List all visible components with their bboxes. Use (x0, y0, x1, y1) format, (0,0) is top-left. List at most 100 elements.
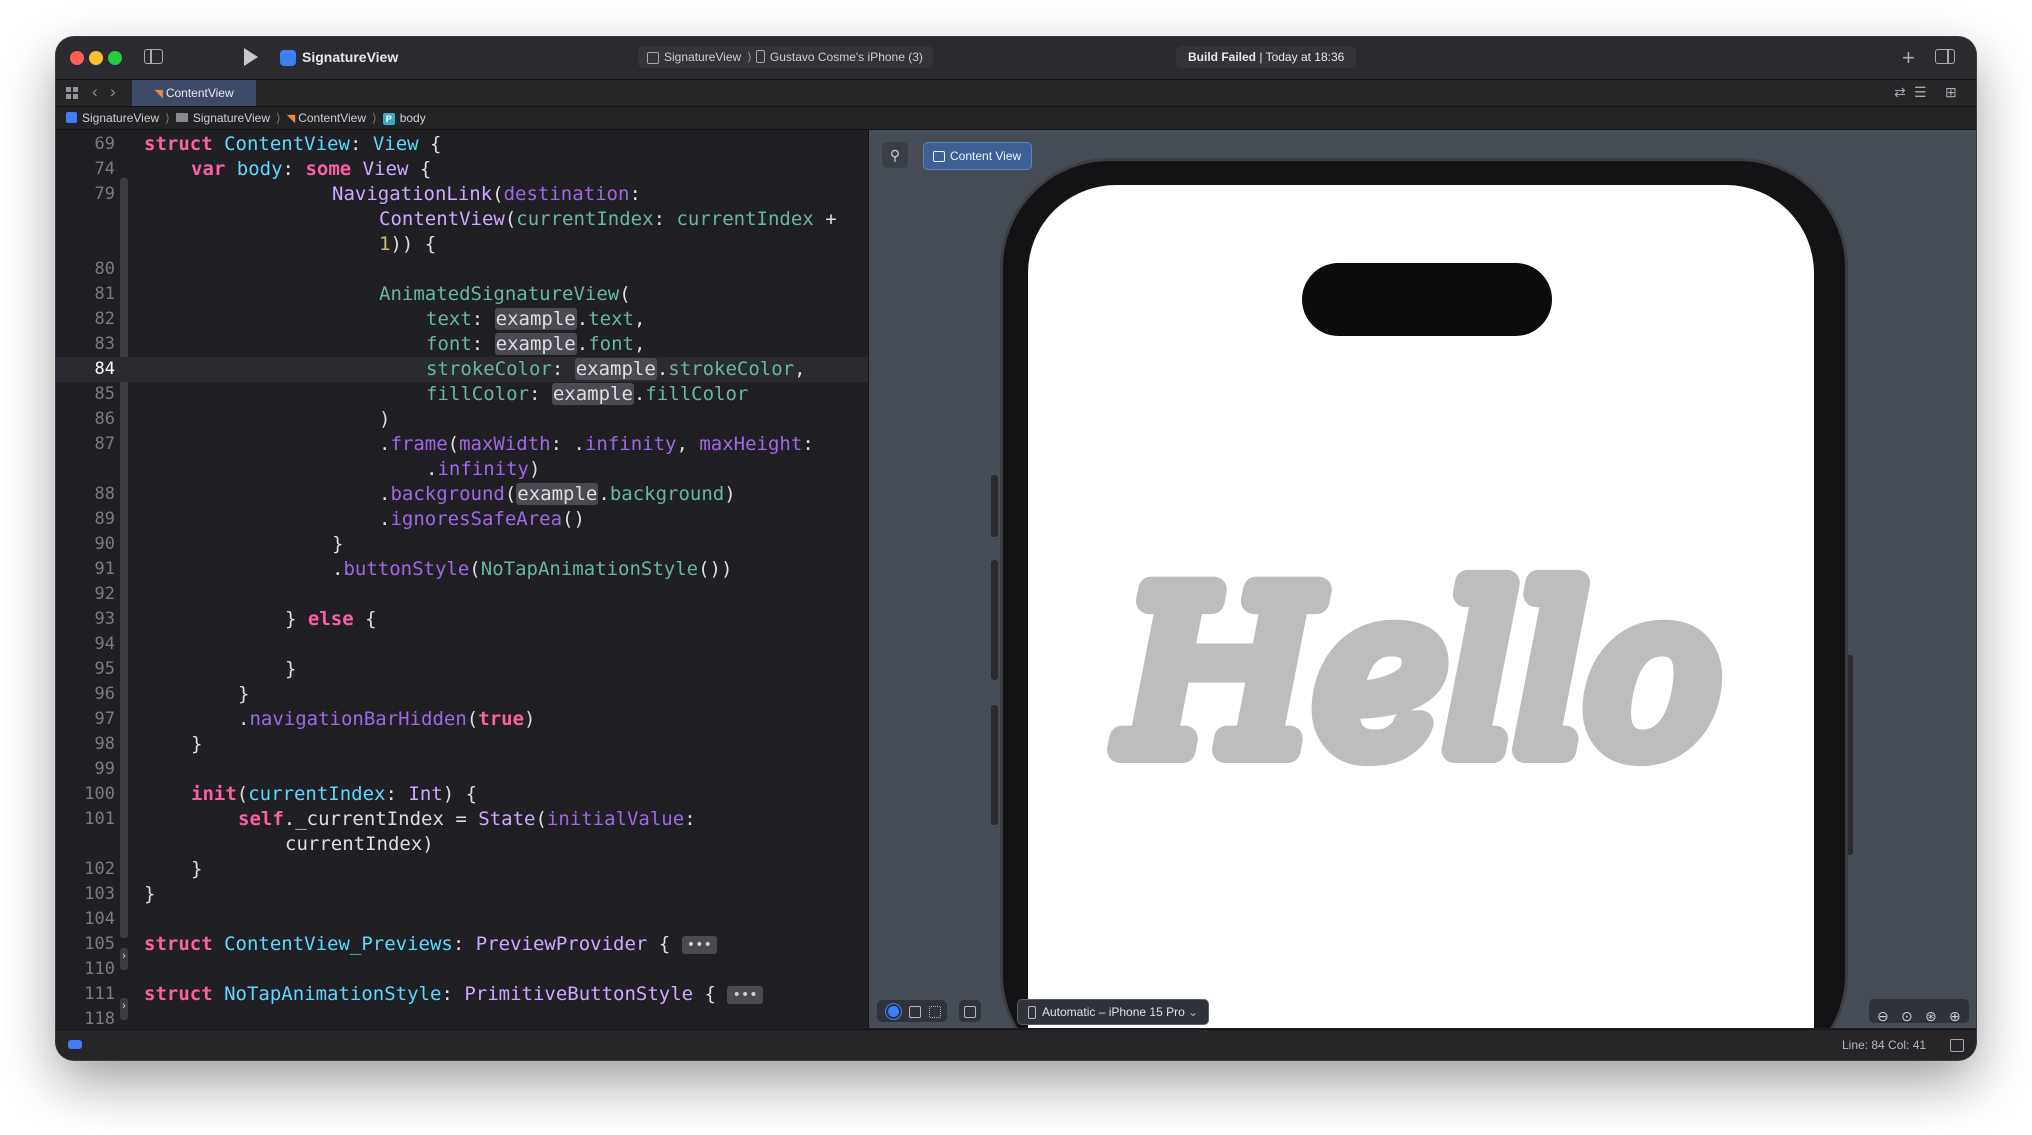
device-settings-icon (964, 1006, 976, 1018)
line-number-row: 81 (94, 284, 115, 304)
app-icon (280, 50, 296, 66)
line-number-row: 89 (94, 509, 115, 529)
device-selector[interactable]: Automatic – iPhone 15 Pro ⌄ (1017, 999, 1210, 1025)
line-number-row: 82 (94, 309, 115, 329)
line-number-row: 105 (84, 934, 115, 954)
add-icon[interactable]: + (1902, 47, 1915, 69)
line-number-row: 94 (94, 634, 115, 654)
swift-file-icon: ◥ (286, 113, 296, 125)
editor-options-icon[interactable]: ☰ (1914, 84, 1927, 101)
build-status[interactable]: Build Failed | Today at 18:36 (1176, 46, 1357, 68)
device-settings-button[interactable] (959, 1000, 981, 1022)
xcode-window: SignatureView SignatureView ⟩ Gustavo Cosm… (56, 37, 1976, 1060)
inspector-toggle-icon[interactable] (1935, 49, 1955, 64)
zoom-controls: ⊖ ⊙ ⊛ ⊕ (1869, 999, 1969, 1025)
code-line: .infinity) (426, 458, 541, 480)
swap-icon[interactable]: ⇄ (1894, 84, 1906, 101)
build-status-result: Build Failed (1188, 50, 1257, 64)
code-line: ContentView(currentIndex: currentIndex + (379, 208, 837, 230)
line-number-row: 83 (94, 334, 115, 354)
line-number-row: 86 (94, 409, 115, 429)
line-number-row: 95 (94, 659, 115, 679)
line-number-row: 99 (94, 759, 115, 779)
jump-bar-symbol[interactable]: body (400, 107, 426, 129)
preview-canvas[interactable]: ⚲ Content View Hello Automatic – iPhone … (868, 130, 1976, 1028)
project-icon (66, 112, 77, 123)
line-number-row: 101 (84, 809, 115, 829)
dynamic-island (1302, 263, 1552, 336)
phone-side-button (991, 560, 998, 680)
code-line: 69 struct ContentView: View { (94, 133, 442, 155)
status-bar: Line: 84 Col: 41 (56, 1029, 1976, 1060)
device-icon (755, 50, 765, 63)
code-line: currentIndex) (285, 833, 434, 855)
folder-icon (175, 113, 188, 122)
line-number-row: 98 (94, 734, 115, 754)
line-number-row: 111 (84, 984, 115, 1004)
phone-side-button (991, 705, 998, 825)
jump-bar: SignatureView ⟩ SignatureView ⟩ ◥ ContentView… (56, 107, 1976, 130)
project-name: SignatureView (302, 49, 399, 65)
debug-area-toggle-icon[interactable] (1950, 1039, 1964, 1052)
code-line: 1)) { (379, 233, 437, 255)
scheme-selector[interactable]: SignatureView ⟩ Gustavo Cosme's iPhone (3) (638, 46, 933, 68)
preview-mode-group (877, 1000, 947, 1022)
run-button[interactable] (244, 48, 258, 66)
variants-icon[interactable] (929, 1006, 941, 1018)
tab-contentview[interactable]: ◥ ContentView (132, 80, 256, 106)
scheme-icon (647, 52, 659, 64)
line-number-row: 110 (84, 959, 115, 979)
close-window-button[interactable] (70, 51, 84, 65)
line-number-row: 118 (84, 1009, 115, 1028)
debug-area-indicator-icon[interactable] (68, 1040, 82, 1049)
preview-toolbar: Automatic – iPhone 15 Pro ⌄ ⊖ ⊙ ⊛ ⊕ (869, 992, 1976, 1028)
line-number-row: 104 (84, 909, 115, 929)
zoom-window-button[interactable] (108, 51, 122, 65)
jump-bar-folder[interactable]: SignatureView (193, 107, 270, 129)
split-editor-icon[interactable]: ⊞ (1945, 84, 1957, 101)
tab-label: ContentView (165, 86, 234, 100)
line-number-row: 100 (84, 784, 115, 804)
line-number-row: 80 (94, 259, 115, 279)
scheme-project: SignatureView (664, 50, 742, 64)
hello-text: Hello (1119, 555, 1718, 802)
jump-bar-project[interactable]: SignatureView (82, 107, 159, 129)
jump-bar-file[interactable]: ContentView (298, 107, 366, 129)
live-mode-icon[interactable] (888, 1006, 899, 1017)
line-number-row: 97 (94, 709, 115, 729)
forward-icon[interactable]: › (110, 82, 116, 102)
line-number-row: 84 (94, 359, 115, 379)
line-number-row: 88 (94, 484, 115, 504)
scheme-device[interactable]: Gustavo Cosme's iPhone (3) (770, 50, 923, 64)
line-number-row: 103 (84, 884, 115, 904)
tab-bar: ‹ › ◥ ContentView ⇄ ☰ ⊞ (56, 80, 1976, 107)
pin-icon[interactable]: ⚲ (882, 142, 908, 168)
back-icon[interactable]: ‹ (92, 82, 98, 102)
zoom-to-100-icon[interactable]: ⊙ (1901, 1008, 1913, 1025)
line-number-row: 92 (94, 584, 115, 604)
line-number-row: 102 (84, 859, 115, 879)
phone-side-button (991, 475, 998, 537)
line-number-row: 91 (94, 559, 115, 579)
selectable-mode-icon[interactable] (909, 1006, 921, 1018)
zoom-to-fit-icon[interactable]: ⊛ (1925, 1008, 1937, 1025)
zoom-out-icon[interactable]: ⊖ (1877, 1008, 1889, 1025)
navigator-toggle-icon[interactable] (144, 49, 163, 64)
line-number-row: 96 (94, 684, 115, 704)
zoom-in-icon[interactable]: ⊕ (1949, 1008, 1961, 1025)
iphone-screen[interactable]: Hello (1028, 185, 1814, 1028)
line-number-row: 93 (94, 609, 115, 629)
swift-icon: ◥ (154, 88, 163, 100)
code-line: 79 NavigationLink(destination: (94, 183, 641, 205)
chevron-down-icon: ⌄ (1188, 1005, 1199, 1019)
line-number-row: 85 (94, 384, 115, 404)
related-items-icon[interactable] (66, 87, 78, 99)
line-number-row: 90 (94, 534, 115, 554)
hello-signature: Hello (1106, 555, 1731, 805)
title-bar: SignatureView SignatureView ⟩ Gustavo Cosm… (56, 37, 1976, 80)
content-view-preview-button[interactable]: Content View (923, 142, 1033, 170)
source-editor[interactable]: › › 69 struct ContentView: View { 74 var b… (56, 130, 868, 1028)
minimize-window-button[interactable] (89, 51, 103, 65)
code-line: 74 var body: some View { (94, 158, 432, 180)
cursor-position: Line: 84 Col: 41 (1842, 1038, 1927, 1052)
